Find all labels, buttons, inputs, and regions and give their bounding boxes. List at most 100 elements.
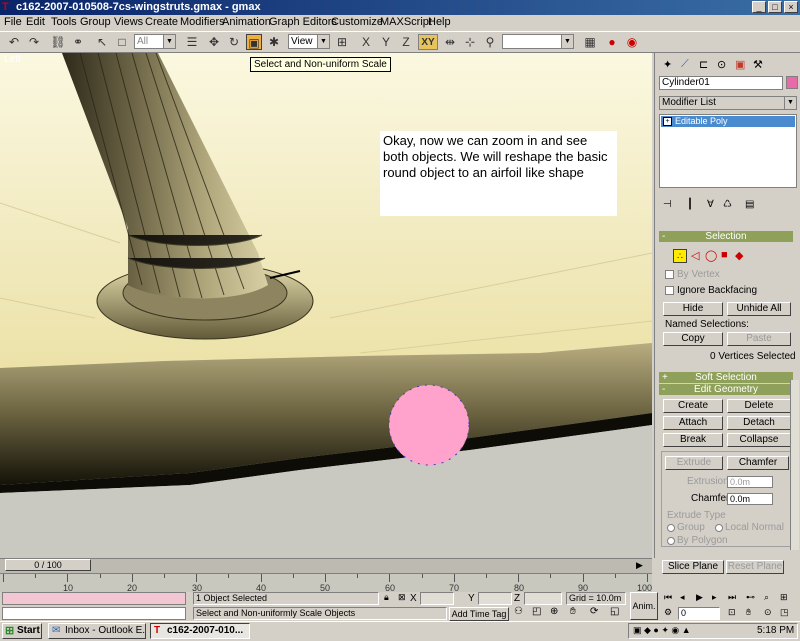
play-icon[interactable]: ▶ (696, 592, 703, 603)
maxscript-listener[interactable] (2, 592, 186, 605)
ignore-backfacing-checkbox[interactable] (665, 286, 674, 295)
menu-create[interactable]: Create (145, 16, 178, 28)
unhide-all-button[interactable]: Unhide All (727, 302, 791, 316)
viewport-left[interactable]: Left (0, 53, 652, 558)
viewport-label[interactable]: Left (4, 54, 21, 65)
maxscript-input[interactable] (2, 607, 186, 620)
named-selection-sets-dropdown[interactable]: ▼ (502, 34, 574, 49)
menu-file[interactable]: File (4, 16, 22, 28)
previous-frame-icon[interactable]: ◂ (680, 592, 685, 603)
selection-rollout-header[interactable]: - Selection (659, 231, 793, 242)
pivot-center-icon[interactable]: ⊞ (334, 34, 350, 50)
motion-tab-icon[interactable]: ⊙ (717, 58, 731, 72)
border-mode-icon[interactable]: ◯ (705, 249, 717, 262)
add-time-tag-button[interactable]: Add Time Tag (449, 607, 509, 621)
hide-button[interactable]: Hide (663, 302, 723, 316)
menu-customize[interactable]: Customize (331, 16, 383, 28)
detach-button[interactable]: Detach (727, 416, 791, 430)
start-button[interactable]: ⊞ Start (2, 623, 42, 639)
tray-icons[interactable]: ▣ ◆ ● ✦ ◉ ▲ (633, 625, 691, 636)
unlink-selection-icon[interactable]: ⚭ (70, 34, 86, 50)
polygon-mode-icon[interactable]: ■ (721, 249, 728, 261)
field-of-view-icon[interactable]: ⊕ (550, 606, 558, 617)
walk-icon[interactable]: ⚇ (514, 606, 523, 617)
paste-button[interactable]: Paste (727, 332, 791, 346)
time-slider-track[interactable] (0, 558, 652, 573)
pan-icon[interactable]: ✋︎ (570, 606, 576, 617)
reference-coord-dropdown[interactable]: View ▼ (288, 34, 330, 49)
object-color-swatch[interactable] (786, 76, 798, 89)
restrict-y-icon[interactable]: Y (378, 34, 394, 50)
quick-render-icon[interactable]: ◉ (624, 34, 640, 50)
select-and-link-icon[interactable]: ⛓ (50, 34, 66, 50)
expand-icon[interactable]: + (663, 117, 672, 126)
edit-geometry-rollout-header[interactable]: - Edit Geometry (659, 384, 793, 395)
time-config-icon[interactable]: ⚙︎ (664, 607, 672, 618)
taskbar-outlook-button[interactable]: ✉ Inbox - Outlook E... (48, 623, 146, 639)
group-radio[interactable] (667, 524, 675, 532)
by-polygon-radio[interactable] (667, 537, 675, 545)
orbit-icon[interactable]: ⊙ (764, 607, 772, 618)
reset-plane-button[interactable]: Reset Plane (726, 560, 784, 574)
create-tab-icon[interactable]: ✦ (663, 58, 677, 72)
time-slider-thumb[interactable]: 0 / 100 (5, 559, 91, 571)
selection-filter-dropdown[interactable]: All ▼ (134, 34, 176, 49)
minimize-button[interactable]: _ (752, 1, 766, 13)
menu-edit[interactable]: Edit (26, 16, 45, 28)
select-object-icon[interactable]: ↖ (94, 34, 110, 50)
menu-graph-editors[interactable]: Graph Editors (269, 16, 337, 28)
extrude-button[interactable]: Extrude (665, 456, 723, 470)
hierarchy-tab-icon[interactable]: ⊏ (699, 58, 713, 72)
mirror-icon[interactable]: ⇹ (442, 34, 458, 50)
arc-rotate-icon[interactable]: ⟳ (590, 606, 598, 617)
lock-selection-icon[interactable]: 🔒︎ (384, 592, 389, 603)
break-button[interactable]: Break (663, 433, 723, 447)
current-frame-field[interactable]: 0 (678, 607, 720, 620)
attach-button[interactable]: Attach (663, 416, 723, 430)
make-unique-icon[interactable]: ∀ (707, 199, 714, 210)
maximize-button[interactable]: □ (768, 1, 782, 13)
key-mode-icon[interactable]: ⊷ (746, 592, 755, 603)
z-coord-field[interactable] (524, 592, 562, 605)
go-to-end-icon[interactable]: ⏭ (728, 592, 736, 603)
time-slider-next-icon[interactable]: ▶ (636, 560, 643, 571)
next-frame-icon[interactable]: ▸ (712, 592, 717, 603)
restrict-xy-button[interactable]: XY (418, 34, 438, 50)
configure-sets-icon[interactable]: ▤ (745, 199, 754, 210)
select-and-move-icon[interactable]: ✥ (206, 34, 222, 50)
object-name-input[interactable]: Cylinder01 (659, 76, 783, 90)
track-bar[interactable]: 10 20 30 40 50 60 70 80 90 100 (0, 573, 652, 593)
soft-selection-rollout-header[interactable]: + Soft Selection (659, 372, 793, 383)
stack-item-editable-poly[interactable]: + Editable Poly (661, 116, 795, 127)
animate-button[interactable]: Anim. (630, 592, 658, 620)
close-button[interactable]: × (784, 1, 798, 13)
menu-tools[interactable]: Tools (51, 16, 77, 28)
select-and-rotate-icon[interactable]: ↻ (226, 34, 242, 50)
remove-modifier-icon[interactable]: ♺ (723, 199, 732, 210)
zoom-extents-icon[interactable]: ◰ (532, 606, 541, 617)
by-vertex-checkbox[interactable] (665, 270, 674, 279)
edge-mode-icon[interactable]: ◁ (691, 249, 699, 262)
display-tab-icon[interactable]: ▣ (735, 58, 749, 72)
select-and-scale-icon[interactable]: ▣ (246, 34, 262, 50)
rectangular-selection-icon[interactable]: □ (114, 34, 130, 50)
extrusion-spinner[interactable]: 0.0m (727, 476, 773, 488)
delete-button[interactable]: Delete (727, 399, 791, 413)
region-zoom-icon[interactable]: ⊡ (728, 607, 736, 618)
local-normal-radio[interactable] (715, 524, 723, 532)
zoom-icon[interactable]: ⌕ (764, 592, 769, 603)
align-icon[interactable]: ⊹ (462, 34, 478, 50)
snap-icon[interactable]: ⚲ (482, 34, 498, 50)
vertex-mode-icon[interactable]: ∴ (673, 249, 687, 263)
menu-views[interactable]: Views (114, 16, 143, 28)
utilities-tab-icon[interactable]: ⚒ (753, 58, 767, 72)
zoom-all-icon[interactable]: ⊞ (780, 592, 788, 603)
menu-animation[interactable]: Animation (222, 16, 271, 28)
absolute-mode-icon[interactable]: ⊠ (398, 592, 406, 603)
x-coord-field[interactable] (420, 592, 454, 605)
show-end-result-icon[interactable]: ┃ (687, 199, 693, 210)
select-by-name-icon[interactable]: ☰ (184, 34, 200, 50)
modify-tab-icon[interactable]: ⟋ (681, 58, 695, 72)
create-button[interactable]: Create (663, 399, 723, 413)
chamfer-spinner[interactable]: 0.0m (727, 493, 773, 505)
